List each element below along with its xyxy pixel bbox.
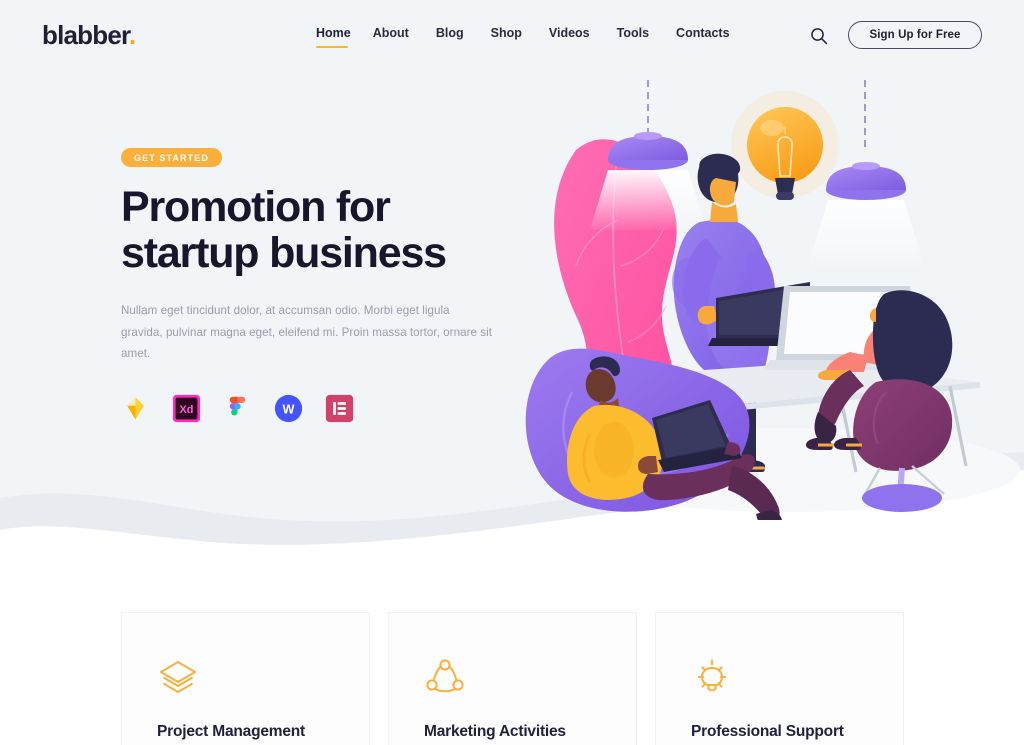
nav-item-home[interactable]: Home [316,26,363,48]
webflow-icon[interactable]: W [274,394,303,423]
nav-item-tools[interactable]: Tools [617,26,666,48]
nav-item-about[interactable]: About [373,26,426,48]
logo[interactable]: blabber. [42,20,136,50]
feature-card-title: Project Management [157,723,305,740]
team-collaboration-illustration [520,70,1020,520]
hero-description: Nullam eget tincidunt dolor, at accumsan… [121,300,493,364]
share-network-icon [424,657,466,699]
feature-card-professional-support[interactable]: Professional Support [655,612,904,745]
hero-description-line-2: pulvinar magna eget, eleifend mi. Proin … [121,325,492,361]
signup-button[interactable]: Sign Up for Free [848,21,982,49]
feature-card-title: Marketing Activities [424,723,566,740]
elementor-icon[interactable] [325,394,354,423]
feature-card-marketing-activities[interactable]: Marketing Activities [388,612,637,745]
hero-title-line-1: Promotion for [121,183,391,231]
hero-title-line-2: startup business [121,228,447,277]
logo-dot: . [128,20,136,50]
svg-text:W: W [283,403,295,417]
page-title: Promotion for startup business [121,183,541,277]
get-started-badge: GET STARTED [121,148,222,167]
site-header: blabber. Home About Blog Shop Videos Too… [0,0,1024,70]
sketch-icon[interactable] [121,394,150,423]
landing-page: blabber. Home About Blog Shop Videos Too… [0,0,1024,745]
adobe-xd-icon[interactable]: Xd [172,394,201,423]
tool-icons-row: Xd W [121,394,541,423]
main-navigation: Home About Blog Shop Videos Tools Contac… [316,26,757,48]
hero-content: GET STARTED Promotion for startup busine… [121,148,541,423]
nav-item-videos[interactable]: Videos [549,26,607,48]
feature-cards: Project Management Marketing Activities [121,612,922,745]
logo-text: blabber [42,20,130,50]
nav-item-contacts[interactable]: Contacts [676,26,746,48]
feature-card-project-management[interactable]: Project Management [121,612,370,745]
nav-item-shop[interactable]: Shop [491,26,539,48]
lightbulb-icon [691,657,733,699]
nav-item-blog[interactable]: Blog [436,26,481,48]
feature-card-title: Professional Support [691,723,844,740]
layers-icon [157,657,199,699]
search-icon[interactable] [809,26,829,46]
svg-text:Xd: Xd [180,405,194,417]
figma-icon[interactable] [223,394,252,423]
active-nav-underline [316,46,348,48]
nav-label: Home [316,26,351,40]
